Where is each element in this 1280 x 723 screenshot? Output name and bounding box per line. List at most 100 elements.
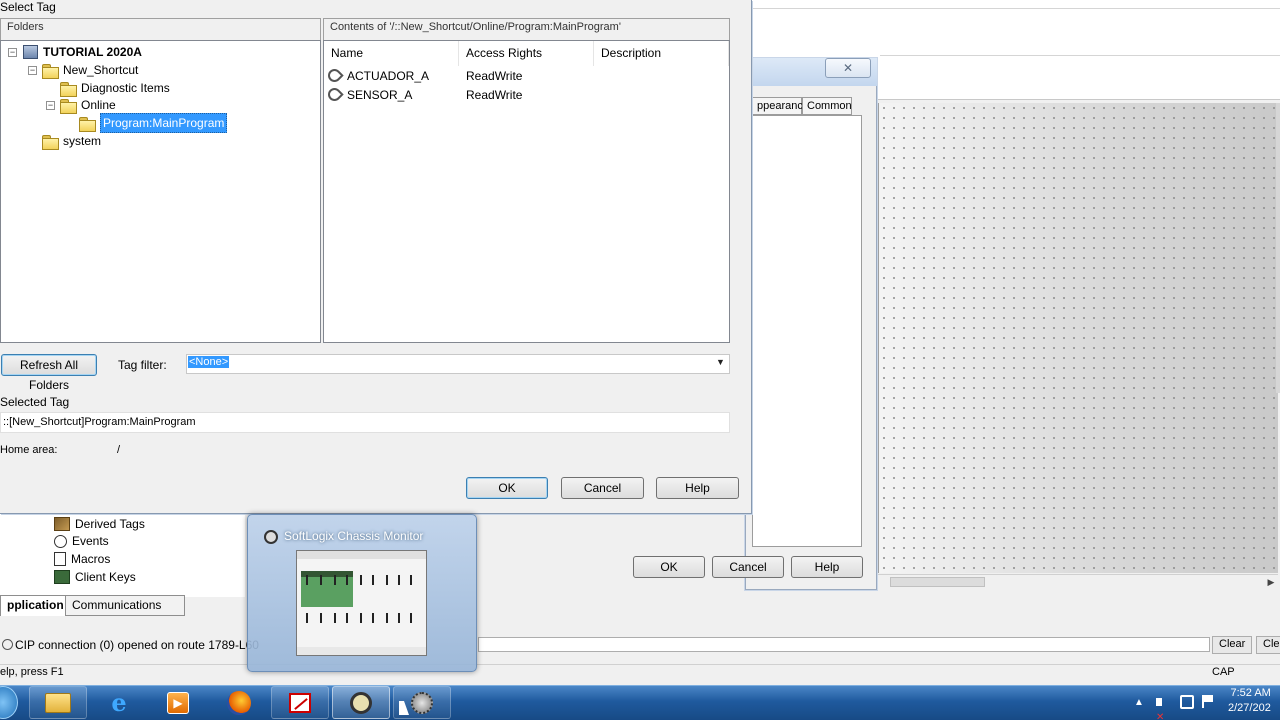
dialog-title: Select Tag (0, 0, 56, 14)
macros-icon (54, 552, 66, 566)
table-row[interactable]: SENSOR_A ReadWrite (325, 85, 728, 104)
tree-item-label: Macros (71, 552, 111, 566)
open-folder-icon (79, 116, 96, 132)
table-row[interactable]: ACTUADOR_A ReadWrite (325, 66, 728, 85)
chassis-monitor-icon (264, 530, 278, 544)
tag-name: SENSOR_A (347, 88, 413, 102)
tree-item-label: TUTORIAL 2020A (43, 45, 142, 59)
folder-icon (60, 81, 77, 97)
speaker-icon[interactable]: ✕ (1156, 695, 1170, 723)
tag-filter-value: <None> (188, 356, 230, 368)
refresh-all-folders-button[interactable]: Refresh All Folders (1, 354, 97, 392)
tree-item-label: system (63, 134, 102, 148)
column-header-name[interactable]: Name (324, 41, 459, 66)
properties-panel (752, 115, 862, 547)
folder-icon (60, 98, 77, 114)
system-clock[interactable]: 7:52 AM 2/27/202 (1228, 686, 1271, 716)
tree-item-events[interactable]: Events (54, 532, 109, 550)
tree-item-label: Online (81, 98, 116, 112)
tree-item-derived-tags[interactable]: Derived Tags (54, 515, 145, 533)
tree-item-system[interactable]: system (42, 132, 101, 150)
firefox-icon[interactable] (210, 686, 268, 719)
client-keys-icon (54, 570, 70, 584)
ok-button[interactable]: OK (466, 477, 548, 499)
tag-access: ReadWrite (466, 88, 523, 102)
tree-item-label: Diagnostic Items (81, 81, 170, 95)
thumbnail-window-image[interactable] (296, 550, 427, 656)
chevron-down-icon[interactable]: ▼ (716, 357, 725, 367)
close-icon[interactable]: ✕ (825, 58, 871, 78)
diagnostics-list[interactable] (478, 637, 1210, 652)
tag-access: ReadWrite (466, 69, 523, 83)
ie-icon[interactable]: e (90, 686, 148, 719)
collapse-icon[interactable]: − (28, 66, 37, 75)
info-icon (2, 639, 13, 650)
clear-button[interactable]: Clear (1212, 636, 1253, 654)
scroll-right-icon[interactable]: ▶ (1264, 574, 1278, 590)
help-button[interactable]: Help (656, 477, 739, 499)
events-icon (54, 534, 67, 548)
thumbnail-title: SoftLogix Chassis Monitor (284, 529, 424, 543)
tree-item-client-keys[interactable]: Client Keys (54, 568, 136, 586)
clock-time: 7:52 AM (1230, 687, 1271, 699)
folders-header: Folders (0, 18, 321, 40)
tray-chevron-up-icon[interactable]: ▲ (1134, 697, 1144, 708)
tree-item-label: Derived Tags (75, 517, 145, 531)
tree-item-root[interactable]: TUTORIAL 2020A (23, 43, 142, 61)
folder-explorer-icon[interactable] (29, 686, 87, 719)
tree-item-diagnostic-items[interactable]: Diagnostic Items (60, 79, 170, 97)
vertical-scrollbar[interactable] (1276, 103, 1280, 393)
tree-item-new-shortcut[interactable]: New_Shortcut (42, 61, 138, 79)
tab-appearance[interactable]: ppearance (752, 97, 809, 115)
tab-communications[interactable]: Communications (65, 595, 185, 616)
home-area-value: / (117, 444, 121, 456)
status-bar (0, 664, 1280, 684)
tag-name: ACTUADOR_A (347, 69, 430, 83)
factorytalk-icon[interactable] (271, 686, 329, 719)
tag-filter-label: Tag filter: (118, 358, 167, 372)
network-icon[interactable] (1180, 695, 1194, 709)
status-help-text: elp, press F1 (0, 666, 64, 678)
collapse-icon[interactable]: − (8, 48, 17, 57)
divider (880, 55, 1280, 56)
divider (750, 8, 1280, 9)
folders-tree[interactable]: − TUTORIAL 2020A − New_Shortcut Diagnost… (0, 40, 321, 343)
derived-tags-icon (54, 517, 70, 531)
column-header-access-rights[interactable]: Access Rights (459, 41, 594, 66)
media-player-icon[interactable]: ▶ (149, 686, 207, 719)
display-canvas[interactable] (878, 103, 1278, 573)
tree-item-label: Program:MainProgram (100, 113, 228, 133)
tab-application[interactable]: pplication (0, 595, 66, 616)
selected-tag-label: Selected Tag (0, 395, 70, 409)
clear-all-button[interactable]: Clea (1256, 636, 1280, 654)
collapse-icon[interactable]: − (46, 101, 55, 110)
mouse-cursor-icon (399, 701, 409, 715)
tag-list[interactable]: Name Access Rights Description ACTUADOR_… (323, 40, 730, 343)
column-header-description[interactable]: Description (594, 41, 729, 66)
scrollbar-thumb[interactable] (890, 577, 985, 587)
tree-item-label: Client Keys (75, 570, 136, 584)
tree-item-label: New_Shortcut (63, 63, 139, 77)
application-icon (23, 45, 38, 59)
properties-ok-button[interactable]: OK (633, 556, 705, 578)
tree-item-main-program[interactable]: Program:MainProgram (79, 113, 228, 133)
explorer-tree: Derived Tags Events Macros Client Keys (0, 512, 245, 597)
flag-icon[interactable] (1202, 695, 1214, 708)
properties-help-button[interactable]: Help (791, 556, 863, 578)
tag-icon (325, 66, 344, 85)
chassis-monitor-icon[interactable] (332, 686, 390, 719)
caps-lock-indicator: CAP (1212, 666, 1235, 678)
clock-date: 2/27/202 (1228, 702, 1271, 714)
contents-header: Contents of '/::New_Shortcut/Online/Prog… (323, 18, 730, 40)
home-area-label: Home area: (0, 444, 58, 456)
selected-tag-field[interactable]: ::[New_Shortcut]Program:MainProgram (0, 412, 730, 433)
folder-icon (42, 63, 59, 79)
cancel-button[interactable]: Cancel (561, 477, 644, 499)
properties-cancel-button[interactable]: Cancel (712, 556, 784, 578)
tag-filter-select[interactable] (186, 354, 730, 374)
tag-icon (325, 85, 344, 104)
tab-common[interactable]: Common (802, 97, 852, 115)
tree-item-online[interactable]: Online (60, 96, 116, 114)
tree-item-label: Events (72, 534, 109, 548)
tree-item-macros[interactable]: Macros (54, 550, 110, 568)
